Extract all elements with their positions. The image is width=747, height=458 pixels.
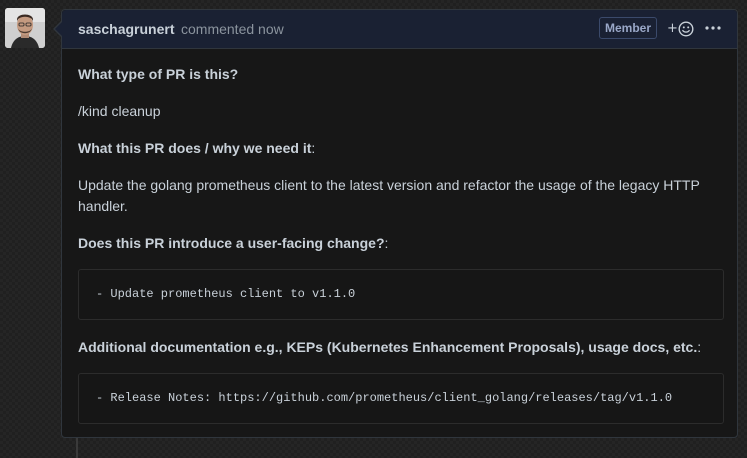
description-paragraph: Update the golang prometheus client to t… (78, 177, 700, 214)
docs-codeblock: - Release Notes: https://github.com/prom… (78, 373, 724, 424)
smiley-icon (678, 21, 694, 42)
author-link[interactable]: saschagrunert (78, 21, 174, 37)
more-options-button[interactable] (704, 20, 722, 36)
heading-docs-suffix: : (697, 339, 702, 355)
add-reaction-button[interactable]: + (667, 19, 695, 39)
comment-box: saschagrunert commented now Member + Wha… (53, 9, 738, 438)
release-note-codeblock: - Update prometheus client to v1.1.0 (78, 269, 724, 320)
heading-pr-type: What type of PR is this? (78, 66, 239, 82)
comment-header: saschagrunert commented now Member + (53, 10, 737, 49)
heading-what-text: What this PR does / why we need it (78, 140, 312, 156)
heading-user-facing-text: Does this PR introduce a user-facing cha… (78, 235, 385, 251)
avatar[interactable] (5, 8, 45, 48)
timeline-line (76, 438, 78, 458)
heading-docs-text: Additional documentation e.g., KEPs (Kub… (78, 339, 698, 355)
kebab-horizontal-icon (704, 23, 722, 40)
member-badge: Member (599, 17, 658, 39)
kind-text: /kind cleanup (78, 103, 161, 119)
heading-user-facing-suffix: : (384, 235, 389, 251)
docs-code: - Release Notes: https://github.com/prom… (96, 391, 673, 405)
plus-icon: + (667, 21, 678, 36)
heading-what-suffix: : (311, 140, 316, 156)
release-note-code: - Update prometheus client to v1.1.0 (96, 287, 356, 301)
heading-user-facing: Does this PR introduce a user-facing cha… (78, 233, 388, 254)
heading-what-this-pr-does: What this PR does / why we need it: (78, 138, 315, 159)
comment-timestamp[interactable]: commented now (181, 21, 284, 37)
heading-additional-docs: Additional documentation e.g., KEPs (Kub… (78, 337, 701, 358)
comment-arrow-fill (55, 22, 62, 36)
